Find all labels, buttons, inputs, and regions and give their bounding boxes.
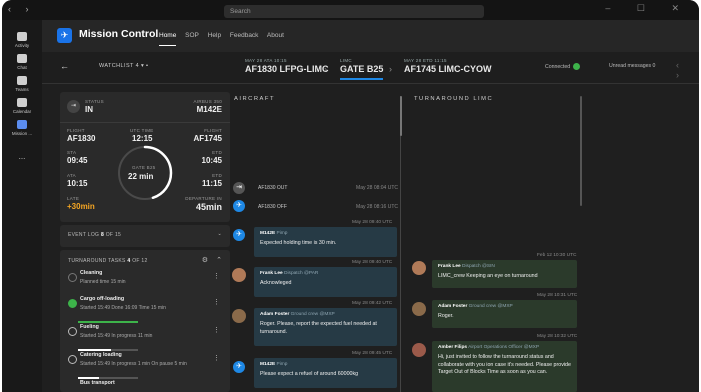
mission-icon	[17, 120, 27, 129]
turnaround-column-title: TURNAROUND LIMC	[414, 96, 494, 102]
menu-sop[interactable]: SOP	[185, 32, 199, 39]
rail-more[interactable]: ...	[2, 152, 42, 161]
app-title: Mission Control	[79, 28, 159, 40]
app-rail: Activity Chat Teams Calendar Mission ...…	[2, 20, 42, 392]
chat-icon	[17, 54, 27, 63]
title-bar: ‹ › Search – ☐ ✕	[2, 0, 699, 20]
status-card: ⇥ STATUS IN AIRBUS 350 M142E FLIGHT AF18…	[60, 92, 230, 222]
search-input[interactable]: Search	[224, 5, 484, 18]
plane-icon: ✈	[233, 200, 245, 212]
menu-about[interactable]: About	[267, 32, 284, 39]
unread-count: Unread messages 0	[609, 63, 656, 69]
chat-message[interactable]: M142E Pimp Expected holding time is 30 m…	[254, 227, 397, 257]
rail-calendar[interactable]: Calendar	[2, 98, 42, 114]
chat-message[interactable]: Frank Lee Dispatch @SIN LIMC_crew Keepin…	[432, 260, 577, 288]
main-menu: Home SOP Help Feedback About	[159, 32, 291, 46]
turnaround-scrollbar[interactable]	[580, 96, 582, 206]
mission-logo-icon: ✈	[57, 28, 72, 43]
aircraft-column-title: AIRCRAFT	[234, 96, 275, 102]
task-done-icon	[68, 299, 77, 308]
back-arrow-icon[interactable]: ←	[60, 61, 69, 71]
task-item[interactable]: Fueling Started 15:49 In progress 11 min …	[68, 324, 222, 351]
chat-message[interactable]: Adam Foster Ground crew @MXP Roger. Plea…	[254, 308, 397, 346]
task-item[interactable]: Cargo off-loading Started 15:49 Done 16:0…	[68, 296, 222, 323]
plane-icon: ✈	[233, 229, 245, 241]
chevron-up-icon[interactable]: ⌃	[216, 256, 222, 264]
event-row: AF1830 OUT May 28 08:04 UTC	[258, 185, 398, 191]
chevron-down-icon: ⌄	[217, 231, 222, 237]
more-icon[interactable]: ⋮	[213, 272, 220, 280]
chevron-right-icon: ›	[389, 64, 392, 74]
plane-icon: ✈	[233, 361, 245, 373]
check-icon	[573, 63, 581, 70]
connection-status: Connected	[545, 63, 581, 70]
gear-icon[interactable]: ⚙	[202, 256, 208, 264]
aircraft-reg: M142E	[196, 105, 222, 114]
task-paused-icon	[68, 355, 77, 364]
app-header: ✈ Mission Control Home SOP Help Feedback…	[42, 20, 699, 52]
late-value: +30min	[67, 202, 95, 211]
event-log-bar[interactable]: EVENT LOG 8 OF 15 ⌄	[60, 225, 230, 247]
more-icon[interactable]: ⋮	[213, 354, 220, 362]
task-inprogress-icon	[68, 327, 77, 336]
more-icon[interactable]: ⋮	[213, 326, 220, 334]
chat-message[interactable]: M142E Pimp Please expect a refuel of aro…	[254, 358, 397, 388]
departure-countdown: 45min	[195, 202, 222, 212]
task-progress-bar	[78, 377, 138, 379]
chevron-right-icon: ›	[324, 64, 327, 74]
chat-message[interactable]: Adam Foster Ground crew @MXP Roger.	[432, 300, 577, 328]
segment-departure[interactable]: MAY 28 ETD 11:15 AF1745 LIMC-CYOW	[404, 58, 492, 74]
tasks-header: TURNAROUND TASKS 4 OF 12	[68, 258, 148, 264]
task-pending-icon	[68, 273, 77, 282]
rail-teams[interactable]: Teams	[2, 76, 42, 92]
menu-help[interactable]: Help	[208, 32, 221, 39]
flight-subheader: ← WATCHLIST 4 ▾ ▪ MAY 28 ATA 10:15 AF1830…	[42, 52, 699, 84]
window-controls[interactable]: – ☐ ✕	[605, 3, 691, 14]
segment-gate[interactable]: LIMC GATE B25	[340, 58, 384, 80]
bell-icon	[17, 32, 27, 41]
calendar-icon	[17, 98, 27, 107]
avatar	[232, 268, 246, 282]
chat-message[interactable]: Amber Filips Airport Operations Officer …	[432, 341, 577, 392]
rail-mission[interactable]: Mission ...	[2, 120, 42, 136]
avatar	[412, 343, 426, 357]
event-row: AF1830 OFF May 28 08:16 UTC	[258, 204, 398, 210]
menu-home[interactable]: Home	[159, 32, 177, 46]
left-panel: ⇥ STATUS IN AIRBUS 350 M142E FLIGHT AF18…	[60, 92, 230, 392]
status-value: IN	[85, 105, 93, 114]
history-nav[interactable]: ‹ ›	[8, 4, 35, 14]
task-item[interactable]: Bus transport	[68, 380, 222, 386]
plane-out-icon: ⇥	[233, 182, 245, 194]
rail-activity[interactable]: Activity	[2, 32, 42, 48]
gauge-value: 22 min	[128, 172, 154, 181]
rail-chat[interactable]: Chat	[2, 54, 42, 70]
more-icon[interactable]: ⋮	[213, 298, 220, 306]
column-divider	[400, 96, 401, 392]
task-progress-bar	[78, 349, 138, 351]
avatar	[232, 309, 246, 323]
task-item[interactable]: Catering loading Started 15:49 In progres…	[68, 352, 222, 379]
aircraft-scrollbar[interactable]	[400, 96, 402, 136]
task-item[interactable]: Cleaning Planned time 15 min ⋮	[68, 270, 222, 285]
avatar	[412, 302, 426, 316]
avatar	[412, 261, 426, 275]
app-window: ‹ › Search – ☐ ✕ Activity Chat Teams Cal…	[2, 0, 699, 392]
chat-message[interactable]: Frank Lee Dispatch @PAR Acknowleged	[254, 267, 397, 297]
watchlist-selector[interactable]: WATCHLIST 4 ▾ ▪	[99, 63, 148, 69]
turnaround-tasks: TURNAROUND TASKS 4 OF 12 ⚙ ⌃ Cleaning Pla…	[60, 250, 230, 392]
arrival-icon: ⇥	[67, 100, 80, 113]
teams-icon	[17, 76, 27, 85]
pager-arrows[interactable]: ‹ ›	[676, 60, 699, 80]
menu-feedback[interactable]: Feedback	[230, 32, 259, 39]
task-progress-bar	[78, 321, 138, 323]
divider	[60, 122, 230, 123]
segment-arrival[interactable]: MAY 28 ATA 10:15 AF1830 LFPG-LIMC	[245, 58, 329, 74]
